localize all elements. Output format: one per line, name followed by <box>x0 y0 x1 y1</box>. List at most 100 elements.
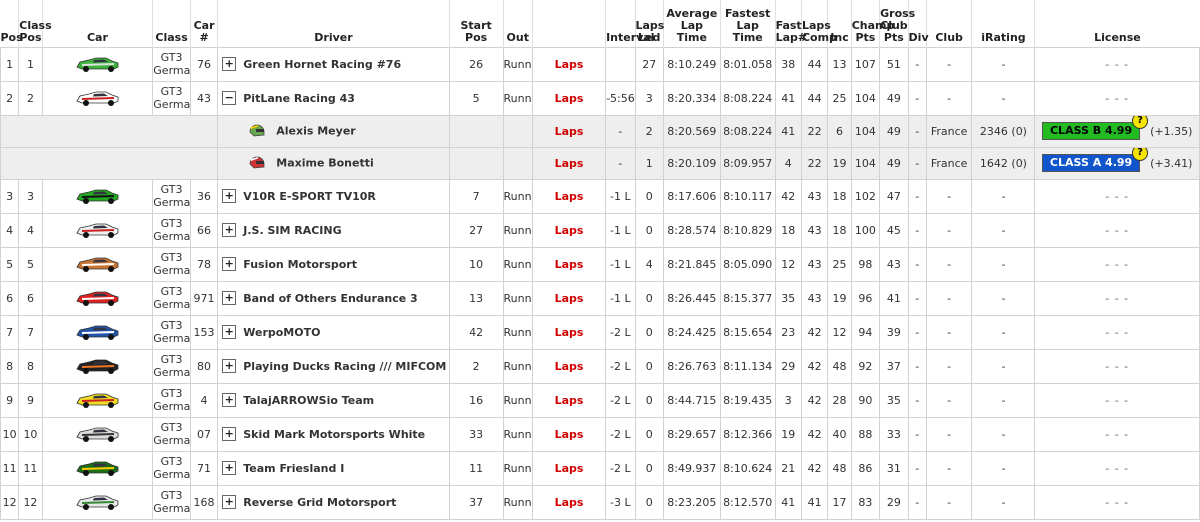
team-name-cell[interactable]: + Green Hornet Racing #76 <box>217 46 450 82</box>
header-car-number[interactable]: Car # <box>189 0 218 47</box>
champ-pts-cell: 83 <box>850 484 881 520</box>
team-name[interactable]: Green Hornet Racing #76 <box>243 58 401 71</box>
expand-button[interactable]: + <box>222 290 237 305</box>
header-driver[interactable]: Driver <box>217 0 450 47</box>
expand-button[interactable]: + <box>222 358 237 373</box>
header-laps-led[interactable]: Laps Led <box>634 0 664 47</box>
laps-link[interactable]: Laps <box>531 146 607 180</box>
team-name[interactable]: V10R E-SPORT TV10R <box>243 190 376 203</box>
expand-button[interactable]: + <box>222 256 237 271</box>
header-start-pos[interactable]: Start Pos <box>448 0 504 47</box>
team-name[interactable]: Reverse Grid Motorsport <box>243 496 396 509</box>
driver-name[interactable]: Maxime Bonetti <box>276 156 374 169</box>
interval-cell: -1 L <box>605 246 636 282</box>
team-name-cell[interactable]: + J.S. SIM RACING <box>217 212 450 248</box>
fast-lap-number-cell: 41 <box>774 80 802 116</box>
team-name[interactable]: Fusion Motorsport <box>243 258 357 271</box>
class-cell: GT3German <box>152 484 191 520</box>
header-pos[interactable]: Pos <box>0 0 23 47</box>
laps-link[interactable]: Laps <box>531 280 607 316</box>
laps-link[interactable]: Laps <box>531 484 607 520</box>
license-cell: - - - <box>1034 80 1200 116</box>
laps-link[interactable]: Laps <box>531 212 607 248</box>
header-average-lap[interactable]: Average Lap Time <box>662 0 721 47</box>
team-name[interactable]: Team Friesland I <box>243 462 344 475</box>
laps-link[interactable]: Laps <box>531 80 607 116</box>
team-name[interactable]: WerpoMOTO <box>243 326 320 339</box>
expand-button[interactable]: + <box>222 222 237 237</box>
average-lap-cell: 8:20.569 <box>662 114 721 148</box>
champ-pts-cell: 100 <box>850 212 881 248</box>
class-cell: GT3German <box>152 450 191 486</box>
laps-link[interactable]: Laps <box>531 314 607 350</box>
header-laps-comp[interactable]: Laps Comp <box>800 0 837 47</box>
team-name[interactable]: Playing Ducks Racing /// MIFCOM #2 <box>243 360 448 373</box>
inc-cell: 48 <box>827 348 852 384</box>
header-license[interactable]: License <box>1034 0 1200 47</box>
header-fastest-lap[interactable]: Fastest Lap Time <box>719 0 776 47</box>
out-cell <box>502 146 533 180</box>
start-pos-cell <box>448 146 504 180</box>
team-name-cell[interactable]: − PitLane Racing 43 <box>217 80 450 116</box>
expand-button[interactable]: + <box>222 426 237 441</box>
interval-cell: - <box>605 146 636 180</box>
laps-link[interactable]: Laps <box>531 178 607 214</box>
pos-cell: 3 <box>0 178 20 214</box>
average-lap-cell: 8:24.425 <box>662 314 721 350</box>
header-fast-lap-number[interactable]: Fast Lap# <box>774 0 807 47</box>
team-name-cell[interactable]: + Reverse Grid Motorsport <box>217 484 450 520</box>
header-champ-pts[interactable]: Champ Pts <box>850 0 894 47</box>
expand-button[interactable]: + <box>222 324 237 339</box>
team-name[interactable]: PitLane Racing 43 <box>243 92 355 105</box>
laps-link[interactable]: Laps <box>531 382 607 418</box>
laps-link[interactable]: Laps <box>531 450 607 486</box>
driver-name-cell[interactable]: Maxime Bonetti <box>217 146 450 180</box>
expand-button[interactable]: + <box>222 494 237 509</box>
laps-link[interactable]: Laps <box>531 114 607 148</box>
header-inc[interactable]: Inc <box>827 0 852 47</box>
header-interval[interactable]: Interval <box>605 0 655 47</box>
header-car[interactable]: Car <box>41 0 153 47</box>
header-out[interactable]: Out <box>502 0 533 47</box>
helmet-icon <box>249 124 265 136</box>
laps-comp-cell: 42 <box>800 314 829 350</box>
driver-name[interactable]: Alexis Meyer <box>276 124 355 137</box>
laps-link[interactable]: Laps <box>531 246 607 282</box>
team-name-cell[interactable]: + Skid Mark Motorsports White <box>217 416 450 452</box>
driver-name-cell[interactable]: Alexis Meyer <box>217 114 450 148</box>
help-icon[interactable]: ? <box>1132 148 1149 161</box>
team-name-cell[interactable]: + TalajARROWSio Team <box>217 382 450 418</box>
header-irating[interactable]: iRating <box>971 0 1035 47</box>
laps-link[interactable]: Laps <box>531 416 607 452</box>
team-name[interactable]: Band of Others Endurance 3 <box>243 292 417 305</box>
header-club[interactable]: Club <box>925 0 972 47</box>
expand-button[interactable]: + <box>222 460 237 475</box>
laps-link[interactable]: Laps <box>531 46 607 82</box>
out-cell: Running <box>502 416 533 452</box>
team-name[interactable]: TalajARROWSio Team <box>243 394 374 407</box>
team-name-cell[interactable]: + V10R E-SPORT TV10R <box>217 178 450 214</box>
team-name-cell[interactable]: + Team Friesland I <box>217 450 450 486</box>
collapse-button[interactable]: − <box>222 90 237 105</box>
header-class-pos[interactable]: Class Pos <box>18 0 52 47</box>
class-pos-cell: 8 <box>18 348 43 384</box>
club-cell: - <box>925 246 973 282</box>
header-club-pts[interactable]: Gross Club Pts <box>879 0 915 47</box>
champ-pts-cell: 102 <box>850 178 881 214</box>
table-row: 22GT3German43−PitLane Racing 435RunningL… <box>0 80 1200 116</box>
fastest-lap-cell: 8:05.090 <box>719 246 776 282</box>
car-number-cell: 971 <box>189 280 219 316</box>
laps-link[interactable]: Laps <box>531 348 607 384</box>
team-name[interactable]: J.S. SIM RACING <box>243 224 341 237</box>
team-name-cell[interactable]: + WerpoMOTO <box>217 314 450 350</box>
team-name-cell[interactable]: + Fusion Motorsport <box>217 246 450 282</box>
expand-button[interactable]: + <box>222 188 237 203</box>
expand-button[interactable]: + <box>222 56 237 71</box>
expand-button[interactable]: + <box>222 392 237 407</box>
team-name[interactable]: Skid Mark Motorsports White <box>243 428 425 441</box>
header-class[interactable]: Class <box>152 0 191 47</box>
team-name-cell[interactable]: + Playing Ducks Racing /// MIFCOM #2 <box>217 348 450 384</box>
out-cell <box>502 114 533 148</box>
help-icon[interactable]: ? <box>1132 116 1149 129</box>
team-name-cell[interactable]: + Band of Others Endurance 3 <box>217 280 450 316</box>
